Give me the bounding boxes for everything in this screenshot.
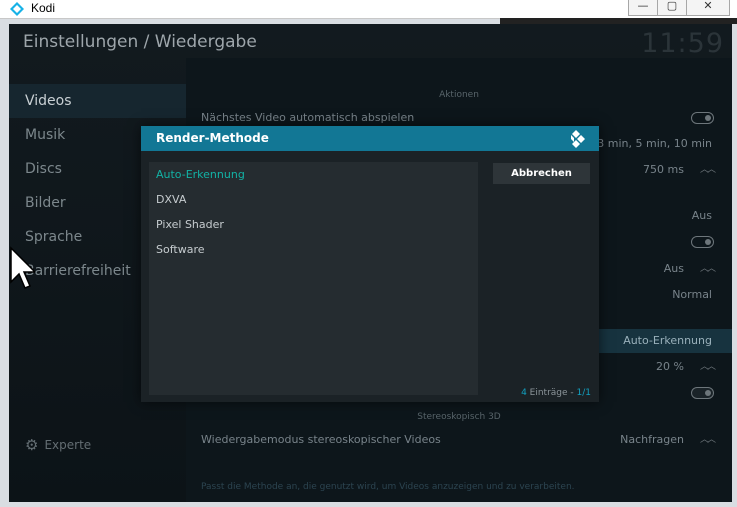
section-header-stereo: Stereoskopisch 3D xyxy=(417,412,501,422)
minimize-button[interactable]: — xyxy=(628,0,658,16)
option-dxva[interactable]: DXVA xyxy=(149,187,478,212)
option-auto-erkennung[interactable]: Auto-Erkennung xyxy=(149,162,478,187)
setting-value: 20 % xyxy=(656,360,684,373)
kodi-logo-icon xyxy=(571,130,585,148)
toggle-switch[interactable] xyxy=(691,236,714,248)
option-pixel-shader[interactable]: Pixel Shader xyxy=(149,212,478,237)
clock: 11:59 xyxy=(641,28,724,59)
expert-label: Experte xyxy=(44,438,92,452)
spinner-arrows-icon[interactable]: ︿︿ xyxy=(700,355,716,379)
item-count-label: Einträge - xyxy=(526,388,577,398)
close-button[interactable]: ✕ xyxy=(686,0,730,16)
dialog-title: Render-Methode xyxy=(156,131,269,145)
setting-value: Normal xyxy=(672,288,712,301)
mouse-cursor-icon xyxy=(10,246,35,289)
setting-row-stereo-mode[interactable]: Wiedergabemodus stereoskopischer Videos … xyxy=(186,428,732,452)
setting-label: Wiedergabemodus stereoskopischer Videos xyxy=(201,433,441,446)
setting-value: Aus xyxy=(691,209,712,222)
section-header-actions: Aktionen xyxy=(439,90,479,100)
render-method-dialog: Render-Methode Auto-Erkennung DXVA Pixel… xyxy=(141,126,599,402)
dialog-header: Render-Methode xyxy=(141,126,599,151)
spinner-arrows-icon[interactable]: ︿︿ xyxy=(700,257,716,281)
spinner-arrows-icon[interactable]: ︿︿ xyxy=(700,158,716,182)
window-title: Kodi xyxy=(31,1,56,15)
setting-value: Auto-Erkennung xyxy=(623,334,712,347)
item-count: 4 Einträge - 1/1 xyxy=(521,388,591,398)
gear-icon: ⚙ xyxy=(25,436,39,454)
spinner-arrows-icon[interactable]: ︿︿ xyxy=(700,428,716,452)
expert-level-button[interactable]: ⚙ Experte xyxy=(25,436,91,454)
setting-value: Nachfragen xyxy=(620,433,684,446)
sidebar-item-videos[interactable]: Videos xyxy=(9,84,186,118)
cancel-button[interactable]: Abbrechen xyxy=(493,163,590,184)
options-list: Auto-Erkennung DXVA Pixel Shader Softwar… xyxy=(149,162,478,395)
setting-value: s, 3 min, 5 min, 10 min xyxy=(584,137,712,150)
kodi-logo-icon xyxy=(10,2,24,16)
toggle-switch[interactable] xyxy=(691,112,714,124)
option-software[interactable]: Software xyxy=(149,237,478,262)
page-indicator: 1/1 xyxy=(576,388,591,398)
setting-value: 750 ms xyxy=(643,163,684,176)
window-titlebar: Kodi — ▢ ✕ xyxy=(0,0,737,19)
toggle-switch[interactable] xyxy=(691,387,714,399)
maximize-button[interactable]: ▢ xyxy=(657,0,687,16)
setting-help-text: Passt die Methode an, die genutzt wird, … xyxy=(201,482,575,492)
setting-value: Aus xyxy=(663,262,684,275)
page-title: Einstellungen / Wiedergabe xyxy=(23,32,257,52)
